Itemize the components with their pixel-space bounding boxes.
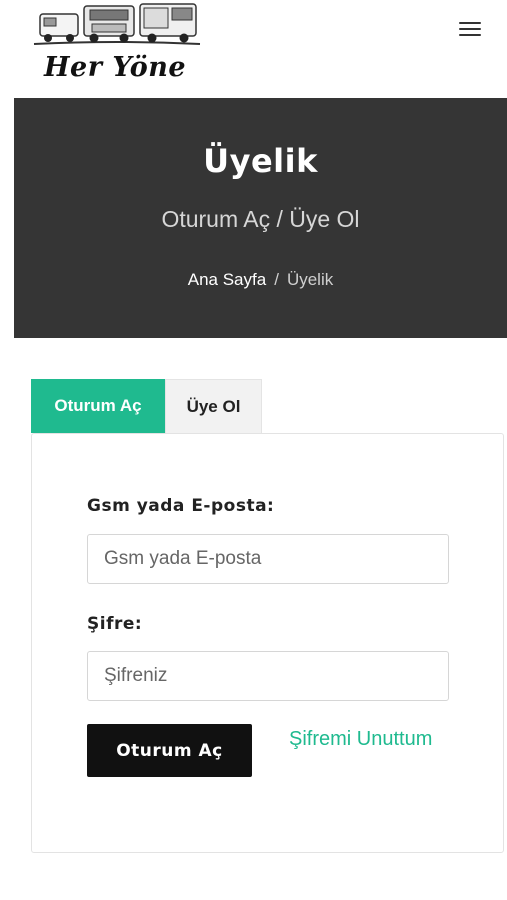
- login-button[interactable]: Oturum Aç: [87, 724, 252, 777]
- menu-line: [459, 22, 481, 24]
- page-title: Üyelik: [203, 142, 318, 180]
- menu-line: [459, 28, 481, 30]
- truck-fleet-icon: [33, 3, 201, 45]
- hamburger-menu-icon[interactable]: [459, 18, 481, 40]
- logo-wordmark: Her Yöne: [44, 52, 187, 83]
- identifier-input[interactable]: [87, 534, 449, 584]
- breadcrumb: Ana Sayfa / Üyelik: [14, 270, 507, 290]
- page-subtitle: Oturum Aç / Üye Ol: [161, 206, 360, 232]
- auth-tabs: Oturum Aç Üye Ol: [31, 379, 262, 433]
- menu-line: [459, 34, 481, 36]
- forgot-password-link[interactable]: Şifremi Unuttum: [289, 728, 432, 751]
- identifier-label: Gsm yada E-posta:: [87, 496, 275, 516]
- site-header: Her Yöne: [0, 0, 507, 98]
- breadcrumb-current: Üyelik: [286, 270, 334, 289]
- breadcrumb-home-link[interactable]: Ana Sayfa: [188, 270, 266, 289]
- tab-register[interactable]: Üye Ol: [165, 379, 262, 433]
- login-panel: Gsm yada E-posta: Şifre: Oturum Aç Şifre…: [31, 433, 504, 853]
- password-input[interactable]: [87, 651, 449, 701]
- password-label: Şifre:: [87, 614, 143, 634]
- tab-login[interactable]: Oturum Aç: [31, 379, 165, 433]
- page-banner: Üyelik Oturum Aç / Üye Ol Ana Sayfa / Üyel…: [14, 98, 507, 338]
- breadcrumb-separator: /: [274, 270, 279, 289]
